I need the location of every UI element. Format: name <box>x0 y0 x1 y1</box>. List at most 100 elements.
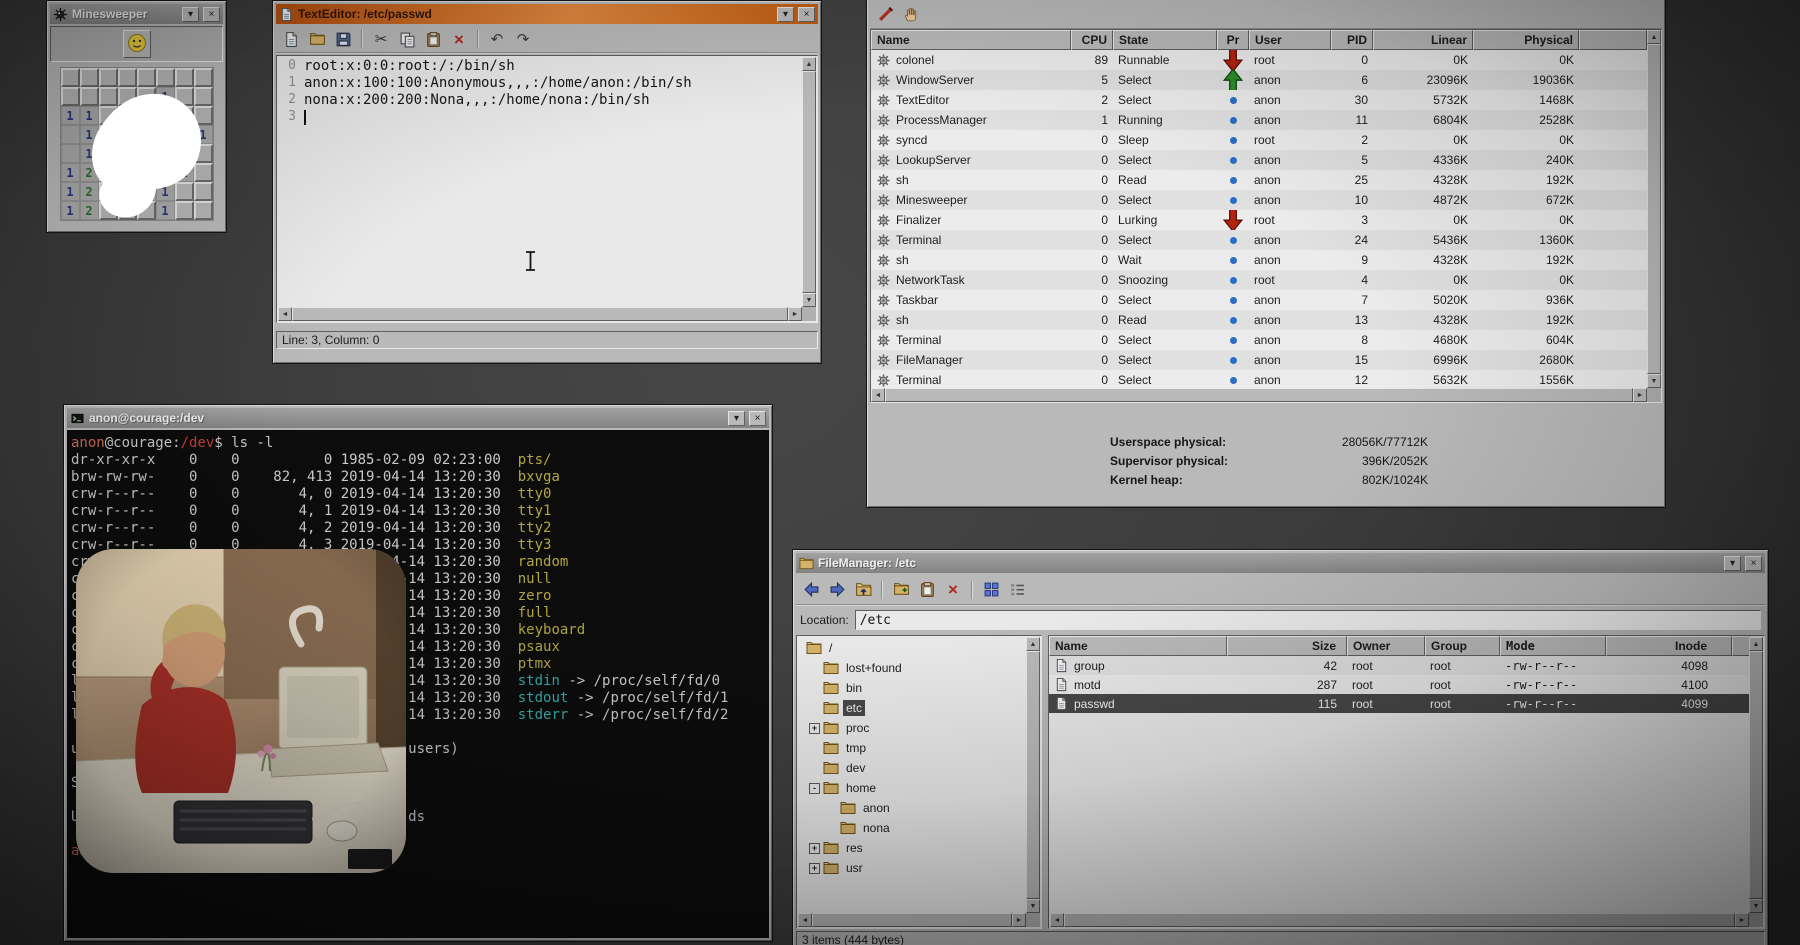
tree-horizontal-scrollbar[interactable]: ◄ ► <box>798 913 1026 927</box>
process-row[interactable]: Finalizer0Lurkingroot30K0K <box>871 210 1647 230</box>
process-row[interactable]: colonel89Runnableroot00K0K <box>871 50 1647 70</box>
close-button[interactable]: × <box>798 7 815 22</box>
scrollbar-thumb[interactable] <box>292 307 788 321</box>
undo-icon[interactable]: ↶ <box>485 27 509 51</box>
delete-icon[interactable]: × <box>447 27 471 51</box>
tree-item-proc[interactable]: +proc <box>798 718 1026 738</box>
tree-item-res[interactable]: +res <box>798 838 1026 858</box>
kill-process-icon[interactable] <box>873 3 897 27</box>
paste-icon[interactable] <box>915 578 939 602</box>
scroll-down-button[interactable]: ▼ <box>1749 899 1763 913</box>
minesweeper-cell[interactable] <box>80 68 99 87</box>
scroll-right-button[interactable]: ► <box>1735 913 1749 927</box>
scroll-down-button[interactable]: ▼ <box>1647 374 1661 388</box>
stop-process-icon[interactable] <box>899 3 923 27</box>
scroll-right-button[interactable]: ► <box>788 307 802 321</box>
tree-item-[interactable]: / <box>798 638 1026 658</box>
process-row[interactable]: ProcessManager1Runninganon116804K2528K <box>871 110 1647 130</box>
tree-item-dev[interactable]: dev <box>798 758 1026 778</box>
tree-vertical-scrollbar[interactable]: ▲ ▼ <box>1026 637 1040 913</box>
filemanager-titlebar[interactable]: FileManager: /etc ▾ × <box>796 553 1765 573</box>
paste-icon[interactable] <box>421 27 445 51</box>
tree-expander[interactable]: + <box>809 723 820 734</box>
minimize-button[interactable]: ▾ <box>777 7 794 22</box>
scrollbar-thumb[interactable] <box>1647 44 1661 374</box>
scroll-down-button[interactable]: ▼ <box>1026 899 1040 913</box>
process-row[interactable]: sh0Readanon254328K192K <box>871 170 1647 190</box>
tree-item-anon[interactable]: anon <box>798 798 1026 818</box>
process-table[interactable]: NameCPUStatePrUserPIDLinearPhysical colo… <box>870 29 1662 403</box>
file-column-header-name[interactable]: Name <box>1049 636 1227 656</box>
column-header-linear[interactable]: Linear <box>1373 30 1473 50</box>
process-manager-window[interactable]: NameCPUStatePrUserPIDLinearPhysical colo… <box>866 0 1666 508</box>
redo-icon[interactable]: ↷ <box>511 27 535 51</box>
scroll-left-button[interactable]: ◄ <box>798 913 812 927</box>
process-row[interactable]: LookupServer0Selectanon54336K240K <box>871 150 1647 170</box>
process-vertical-scrollbar[interactable]: ▲ ▼ <box>1647 30 1661 388</box>
icon-view-icon[interactable] <box>979 578 1003 602</box>
tree-item-usr[interactable]: +usr <box>798 858 1026 878</box>
tree-item-lostfound[interactable]: lost+found <box>798 658 1026 678</box>
close-button[interactable]: × <box>749 411 766 426</box>
process-row[interactable]: sh0Waitanon94328K192K <box>871 250 1647 270</box>
list-horizontal-scrollbar[interactable]: ◄ ► <box>1050 913 1749 927</box>
scroll-up-button[interactable]: ▲ <box>1749 637 1763 651</box>
column-header-pr[interactable]: Pr <box>1217 30 1249 50</box>
file-column-header-group[interactable]: Group <box>1425 636 1500 656</box>
process-row[interactable]: WindowServer5Selectanon623096K19036K <box>871 70 1647 90</box>
process-row[interactable]: Terminal0Selectanon245436K1360K <box>871 230 1647 250</box>
forward-icon[interactable] <box>825 578 849 602</box>
file-row-group[interactable]: group42rootroot-rw-r--r--4098 <box>1049 656 1750 675</box>
terminal-titlebar[interactable]: anon@courage:/dev ▾ × <box>67 408 769 428</box>
close-button[interactable]: × <box>1745 556 1762 571</box>
process-row[interactable]: FileManager0Selectanon156996K2680K <box>871 350 1647 370</box>
tree-expander[interactable]: - <box>809 783 820 794</box>
directory-tree-panel[interactable]: /lost+foundbinetc+proctmpdev-homeanonnon… <box>796 635 1042 929</box>
column-header-user[interactable]: User <box>1249 30 1331 50</box>
process-row[interactable]: TextEditor2Selectanon305732K1468K <box>871 90 1647 110</box>
tree-expander[interactable]: + <box>809 843 820 854</box>
editor-horizontal-scrollbar[interactable]: ◄ ► <box>278 307 802 321</box>
minimize-button[interactable]: ▾ <box>1724 556 1741 571</box>
scroll-up-button[interactable]: ▲ <box>1026 637 1040 651</box>
scrollbar-thumb[interactable] <box>1064 913 1735 927</box>
scroll-right-button[interactable]: ► <box>1012 913 1026 927</box>
minesweeper-cell[interactable] <box>156 68 175 87</box>
process-row[interactable]: syncd0Sleeproot20K0K <box>871 130 1647 150</box>
minesweeper-cell[interactable] <box>194 68 213 87</box>
scroll-down-button[interactable]: ▼ <box>802 293 816 307</box>
scroll-left-button[interactable]: ◄ <box>1050 913 1064 927</box>
file-row-motd[interactable]: motd287rootroot-rw-r--r--4100 <box>1049 675 1750 694</box>
scroll-left-button[interactable]: ◄ <box>871 388 885 402</box>
file-column-header-mode[interactable]: Mode <box>1500 636 1606 656</box>
scrollbar-thumb[interactable] <box>802 71 816 293</box>
tree-expander[interactable]: + <box>809 863 820 874</box>
process-row[interactable]: Minesweeper0Selectanon104872K672K <box>871 190 1647 210</box>
copy-icon[interactable] <box>395 27 419 51</box>
scroll-left-button[interactable]: ◄ <box>278 307 292 321</box>
location-input[interactable]: /etc <box>855 610 1761 630</box>
close-button[interactable]: × <box>203 7 220 22</box>
process-row[interactable]: Taskbar0Selectanon75020K936K <box>871 290 1647 310</box>
minesweeper-titlebar[interactable]: Minesweeper ▾ × <box>50 4 223 24</box>
process-row[interactable]: NetworkTask0Snoozingroot40K0K <box>871 270 1647 290</box>
editor-vertical-scrollbar[interactable]: ▲ ▼ <box>802 57 816 307</box>
scrollbar-thumb[interactable] <box>1026 651 1040 899</box>
file-row-passwd[interactable]: passwd115rootroot-rw-r--r--4099 <box>1049 694 1750 713</box>
texteditor-window[interactable]: TextEditor: /etc/passwd ▾ × ✂×↶↷ 0root:x… <box>272 0 822 364</box>
file-column-header-inode[interactable]: Inode <box>1606 636 1732 656</box>
column-header-state[interactable]: State <box>1113 30 1217 50</box>
file-column-header-size[interactable]: Size <box>1227 636 1347 656</box>
column-header-name[interactable]: Name <box>871 30 1071 50</box>
new-directory-icon[interactable] <box>889 578 913 602</box>
scrollbar-thumb[interactable] <box>812 913 1012 927</box>
tree-item-tmp[interactable]: tmp <box>798 738 1026 758</box>
editor-area[interactable]: 0root:x:0:0:root:/:/bin/sh1anon:x:100:10… <box>276 55 818 323</box>
scrollbar-thumb[interactable] <box>1749 651 1763 899</box>
save-file-icon[interactable] <box>331 27 355 51</box>
new-file-icon[interactable] <box>279 27 303 51</box>
texteditor-titlebar[interactable]: TextEditor: /etc/passwd ▾ × <box>276 4 818 24</box>
back-icon[interactable] <box>799 578 823 602</box>
minesweeper-cell[interactable] <box>137 68 156 87</box>
process-row[interactable]: Terminal0Selectanon84680K604K <box>871 330 1647 350</box>
